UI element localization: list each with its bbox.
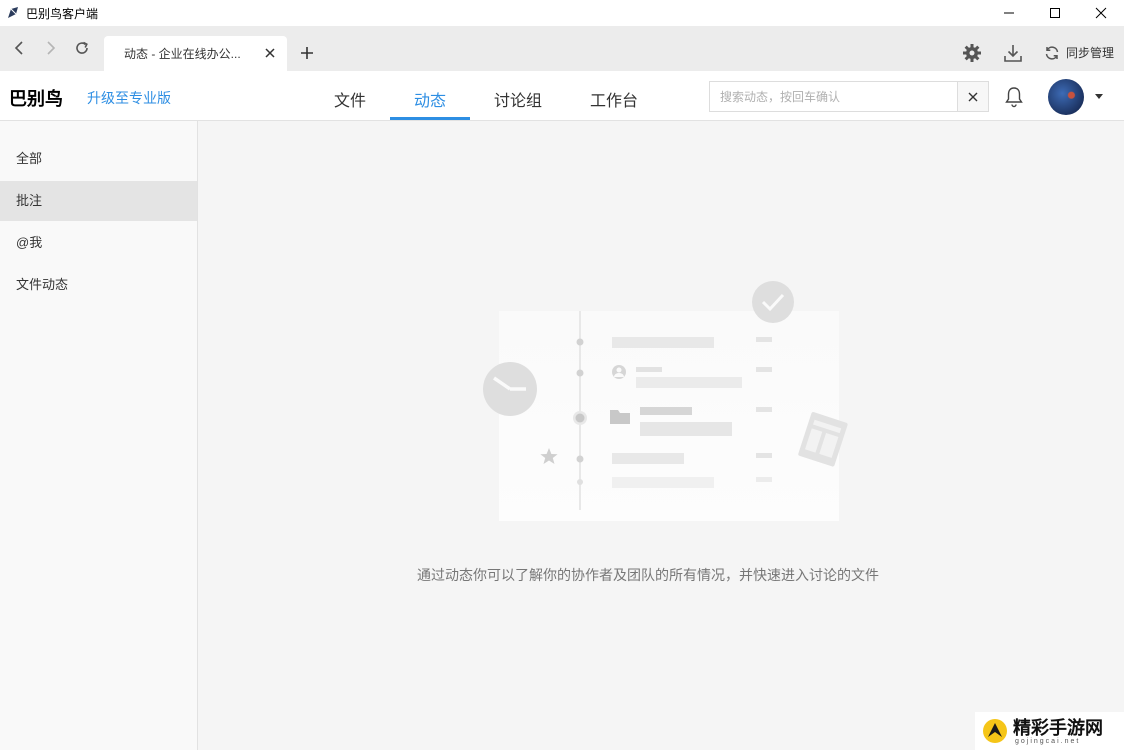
- window-titlebar: 巴别鸟客户端: [0, 0, 1124, 26]
- nav-tab-files[interactable]: 文件: [334, 87, 366, 111]
- upgrade-link[interactable]: 升级至专业版: [87, 88, 171, 108]
- watermark-text: 精彩手游网: [1013, 718, 1103, 738]
- close-icon: [968, 92, 978, 101]
- sync-manage-label: 同步管理: [1066, 46, 1115, 60]
- caret-down-icon[interactable]: [1095, 94, 1103, 99]
- app-header: 巴别鸟 升级至专业版 文件 动态 讨论组 工作台: [0, 71, 1124, 121]
- tab-title: 动态 - 企业在线办公...: [124, 47, 241, 61]
- search-clear-button[interactable]: [957, 82, 988, 111]
- download-icon: [1004, 45, 1022, 62]
- bell-icon[interactable]: [1004, 86, 1024, 108]
- sidebar-item-file-activity[interactable]: 文件动态: [0, 265, 197, 305]
- watermark-logo-icon: [983, 719, 1007, 743]
- minimize-icon: [1004, 12, 1014, 14]
- sidebar-item-mentions[interactable]: @我: [0, 223, 197, 263]
- search-box: [709, 81, 989, 112]
- clock-icon: [752, 281, 794, 323]
- refresh-button[interactable]: [72, 38, 92, 58]
- nav-tab-activity[interactable]: 动态: [414, 87, 446, 111]
- close-window-button[interactable]: [1078, 0, 1124, 26]
- nav-tab-discussions[interactable]: 讨论组: [494, 87, 542, 111]
- settings-button[interactable]: [962, 43, 982, 63]
- download-button[interactable]: [1003, 43, 1023, 63]
- window-controls: [986, 0, 1124, 26]
- tab-dongtai[interactable]: 动态 - 企业在线办公...: [104, 36, 287, 71]
- forward-button[interactable]: [40, 38, 60, 58]
- brand-name: 巴别鸟: [9, 89, 63, 109]
- window-title: 巴别鸟客户端: [26, 6, 99, 21]
- sidebar-item-all[interactable]: 全部: [0, 139, 197, 179]
- new-tab-button[interactable]: [297, 43, 317, 63]
- tab-close-button[interactable]: [263, 46, 277, 60]
- user-avatar[interactable]: [1048, 79, 1084, 115]
- watermark: 精彩手游网 gojingcai.net: [975, 712, 1124, 750]
- app-logo-icon: [8, 7, 18, 18]
- chevron-left-icon: [14, 41, 23, 55]
- maximize-button[interactable]: [1032, 0, 1078, 26]
- sidebar-item-annotations[interactable]: 批注: [0, 181, 197, 221]
- chevron-right-icon: [47, 41, 56, 55]
- watermark-subtext: gojingcai.net: [1015, 738, 1081, 745]
- empty-state-illustration: [483, 281, 848, 521]
- plus-icon: [301, 47, 313, 59]
- gear-icon: [963, 44, 981, 62]
- sidebar: 全部 批注 @我 文件动态: [0, 121, 198, 750]
- sync-icon: [1045, 45, 1059, 60]
- empty-state-message: 通过动态你可以了解你的协作者及团队的所有情况，并快速进入讨论的文件: [417, 567, 879, 583]
- sync-manage-button[interactable]: 同步管理: [1044, 44, 1114, 61]
- active-tab-indicator: [390, 117, 470, 120]
- refresh-icon: [76, 41, 88, 54]
- maximize-icon: [1050, 8, 1060, 18]
- minimize-button[interactable]: [986, 0, 1032, 26]
- close-icon: [265, 48, 275, 58]
- browser-tabbar: 动态 - 企业在线办公... 同步管理: [0, 26, 1124, 71]
- close-icon: [1095, 7, 1107, 19]
- back-button[interactable]: [10, 38, 30, 58]
- search-input[interactable]: [710, 82, 958, 111]
- nav-tab-workspace[interactable]: 工作台: [590, 87, 638, 111]
